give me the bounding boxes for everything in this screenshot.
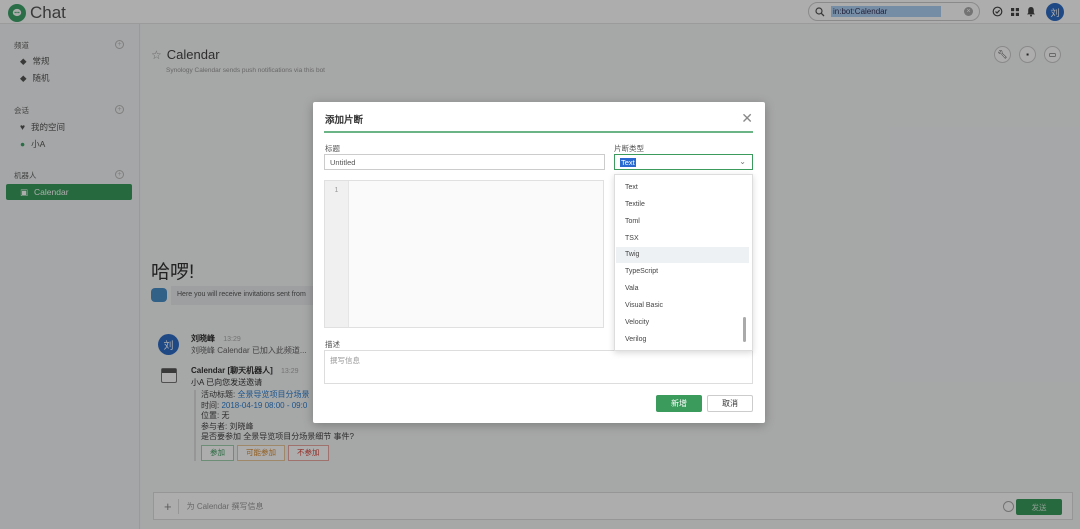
snippet-type-select[interactable]: Text ⌄: [614, 154, 753, 170]
title-input[interactable]: Untitled: [324, 154, 605, 170]
dropdown-option[interactable]: Textile: [616, 197, 749, 213]
dropdown-scrollbar[interactable]: [743, 317, 746, 342]
dialog-divider: [324, 131, 753, 133]
dialog-title: 添加片断: [325, 115, 364, 126]
dropdown-option[interactable]: TSX: [616, 231, 749, 247]
description-textarea[interactable]: 撰写信息: [324, 350, 753, 384]
line-number-gutter: 1: [325, 181, 349, 327]
add-button[interactable]: 新增: [656, 395, 702, 412]
dropdown-option[interactable]: Visual Basic: [616, 298, 749, 314]
type-label: 片断类型: [614, 144, 644, 153]
description-label: 描述: [325, 340, 340, 349]
dropdown-option-highlighted[interactable]: Twig: [616, 247, 749, 263]
dropdown-option[interactable]: Toml: [616, 214, 749, 230]
dropdown-option[interactable]: Text: [616, 180, 749, 196]
dropdown-option[interactable]: TypeScript: [616, 264, 749, 280]
select-value: Text: [620, 158, 636, 167]
close-icon[interactable]: ✕: [741, 110, 753, 127]
dropdown-option[interactable]: Velocity: [616, 315, 749, 331]
cancel-button[interactable]: 取消: [707, 395, 753, 412]
dropdown-option[interactable]: Vala: [616, 281, 749, 297]
chevron-down-icon: ⌄: [739, 157, 746, 166]
code-editor[interactable]: 1: [324, 180, 604, 328]
snippet-type-dropdown: Text Textile Toml TSX Twig TypeScript Va…: [614, 174, 753, 351]
title-label: 标题: [325, 144, 340, 153]
dropdown-option[interactable]: Verilog: [616, 332, 749, 348]
